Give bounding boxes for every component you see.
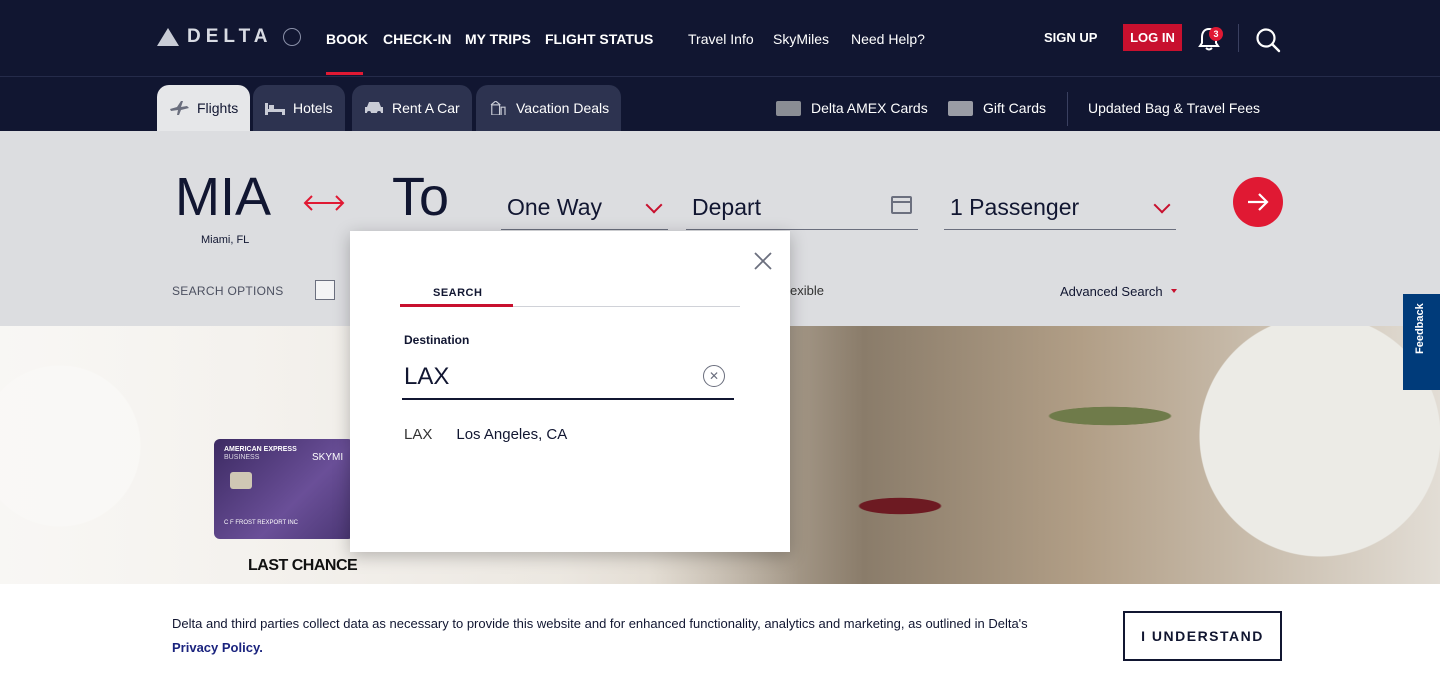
nav-skymiles[interactable]: SkyMiles <box>773 31 829 47</box>
close-icon[interactable] <box>754 252 772 270</box>
depart-label: Depart <box>692 194 762 220</box>
tab-flights-label: Flights <box>197 100 239 116</box>
card-chip <box>230 472 252 489</box>
tab-vacation-deals[interactable]: Vacation Deals <box>476 85 622 131</box>
privacy-policy-link[interactable]: Privacy Policy. <box>172 640 263 655</box>
notification-count-badge: 3 <box>1209 27 1223 41</box>
gift-cards-label: Gift Cards <box>983 100 1047 116</box>
destination-airport-code[interactable]: To <box>392 166 449 228</box>
advanced-search-link[interactable]: Advanced Search <box>1060 284 1163 299</box>
sign-up-link[interactable]: SIGN UP <box>1044 30 1097 45</box>
arrow-right-icon <box>1248 193 1269 211</box>
flexible-dates-label[interactable]: exible <box>790 283 824 298</box>
swap-arrows-icon[interactable] <box>302 193 346 213</box>
airplane-icon <box>170 101 189 115</box>
active-tab-indicator <box>400 304 513 307</box>
nav-check-in[interactable]: CHECK-IN <box>383 31 451 47</box>
search-icon[interactable] <box>1255 27 1281 53</box>
tab-hotels[interactable]: Hotels <box>253 85 345 131</box>
origin-airport-code[interactable]: MIA <box>175 166 271 228</box>
search-result-item[interactable]: LAX Los Angeles, CA <box>404 426 567 443</box>
delta-logo[interactable]: DELTA <box>157 26 301 48</box>
amex-card-image[interactable]: AMERICAN EXPRESS BUSINESS SKYMI C F FROS… <box>214 439 354 539</box>
result-city: Los Angeles, CA <box>456 426 568 443</box>
tab-rent-a-car-label: Rent A Car <box>392 100 460 116</box>
credit-card-icon <box>776 100 801 116</box>
nav-book[interactable]: BOOK <box>326 31 368 47</box>
nav-my-trips[interactable]: MY TRIPS <box>465 31 531 47</box>
tab-rent-a-car[interactable]: Rent A Car <box>352 85 472 131</box>
nav-divider <box>1238 24 1239 52</box>
gift-card-icon <box>948 100 973 116</box>
passenger-select[interactable]: 1 Passenger <box>944 190 1176 230</box>
search-options-label: SEARCH OPTIONS <box>172 284 284 298</box>
feedback-label: Feedback <box>1414 303 1426 354</box>
cookie-notice-text: Delta and third parties collect data as … <box>172 616 1028 655</box>
bag-travel-fees-link[interactable]: Updated Bag & Travel Fees <box>1088 100 1260 116</box>
tab-search[interactable]: SEARCH <box>433 287 482 299</box>
search-option-checkbox[interactable] <box>315 280 335 300</box>
nav-need-help[interactable]: Need Help? <box>851 31 925 47</box>
subnav-divider <box>1067 92 1068 126</box>
nav-travel-info[interactable]: Travel Info <box>688 31 754 47</box>
nav-flight-status[interactable]: FLIGHT STATUS <box>545 31 653 47</box>
clear-input-icon[interactable]: ✕ <box>703 365 725 387</box>
passenger-value: 1 Passenger <box>950 194 1080 220</box>
promo-headline: LAST CHANCE <box>248 557 358 574</box>
gift-cards-link[interactable]: Gift Cards <box>948 100 1046 116</box>
search-flights-button[interactable] <box>1233 177 1283 227</box>
destination-label: Destination <box>404 333 470 347</box>
delta-amex-cards-link[interactable]: Delta AMEX Cards <box>776 100 928 116</box>
tab-hotels-label: Hotels <box>293 100 333 116</box>
active-nav-indicator <box>326 72 363 75</box>
vacation-building-icon <box>490 101 506 115</box>
car-icon <box>365 102 383 115</box>
depart-date-field[interactable]: Depart <box>686 190 918 230</box>
result-airport-code: LAX <box>404 426 433 443</box>
trip-type-value: One Way <box>507 194 603 220</box>
caret-down-icon <box>1171 289 1177 293</box>
calendar-icon[interactable] <box>891 196 912 214</box>
tab-vacation-deals-label: Vacation Deals <box>516 100 610 116</box>
trip-type-select[interactable]: One Way <box>501 190 668 230</box>
bed-icon <box>265 103 285 115</box>
i-understand-button[interactable]: I UNDERSTAND <box>1123 611 1282 661</box>
delta-widget-icon <box>157 28 179 46</box>
delta-amex-cards-label: Delta AMEX Cards <box>811 100 928 116</box>
skyteam-globe-icon <box>282 28 301 46</box>
origin-city: Miami, FL <box>201 234 250 246</box>
log-in-button[interactable]: LOG IN <box>1123 24 1182 51</box>
feedback-tab[interactable]: Feedback <box>1403 294 1440 390</box>
destination-input[interactable] <box>402 356 734 400</box>
tab-flights[interactable]: Flights <box>157 85 251 131</box>
